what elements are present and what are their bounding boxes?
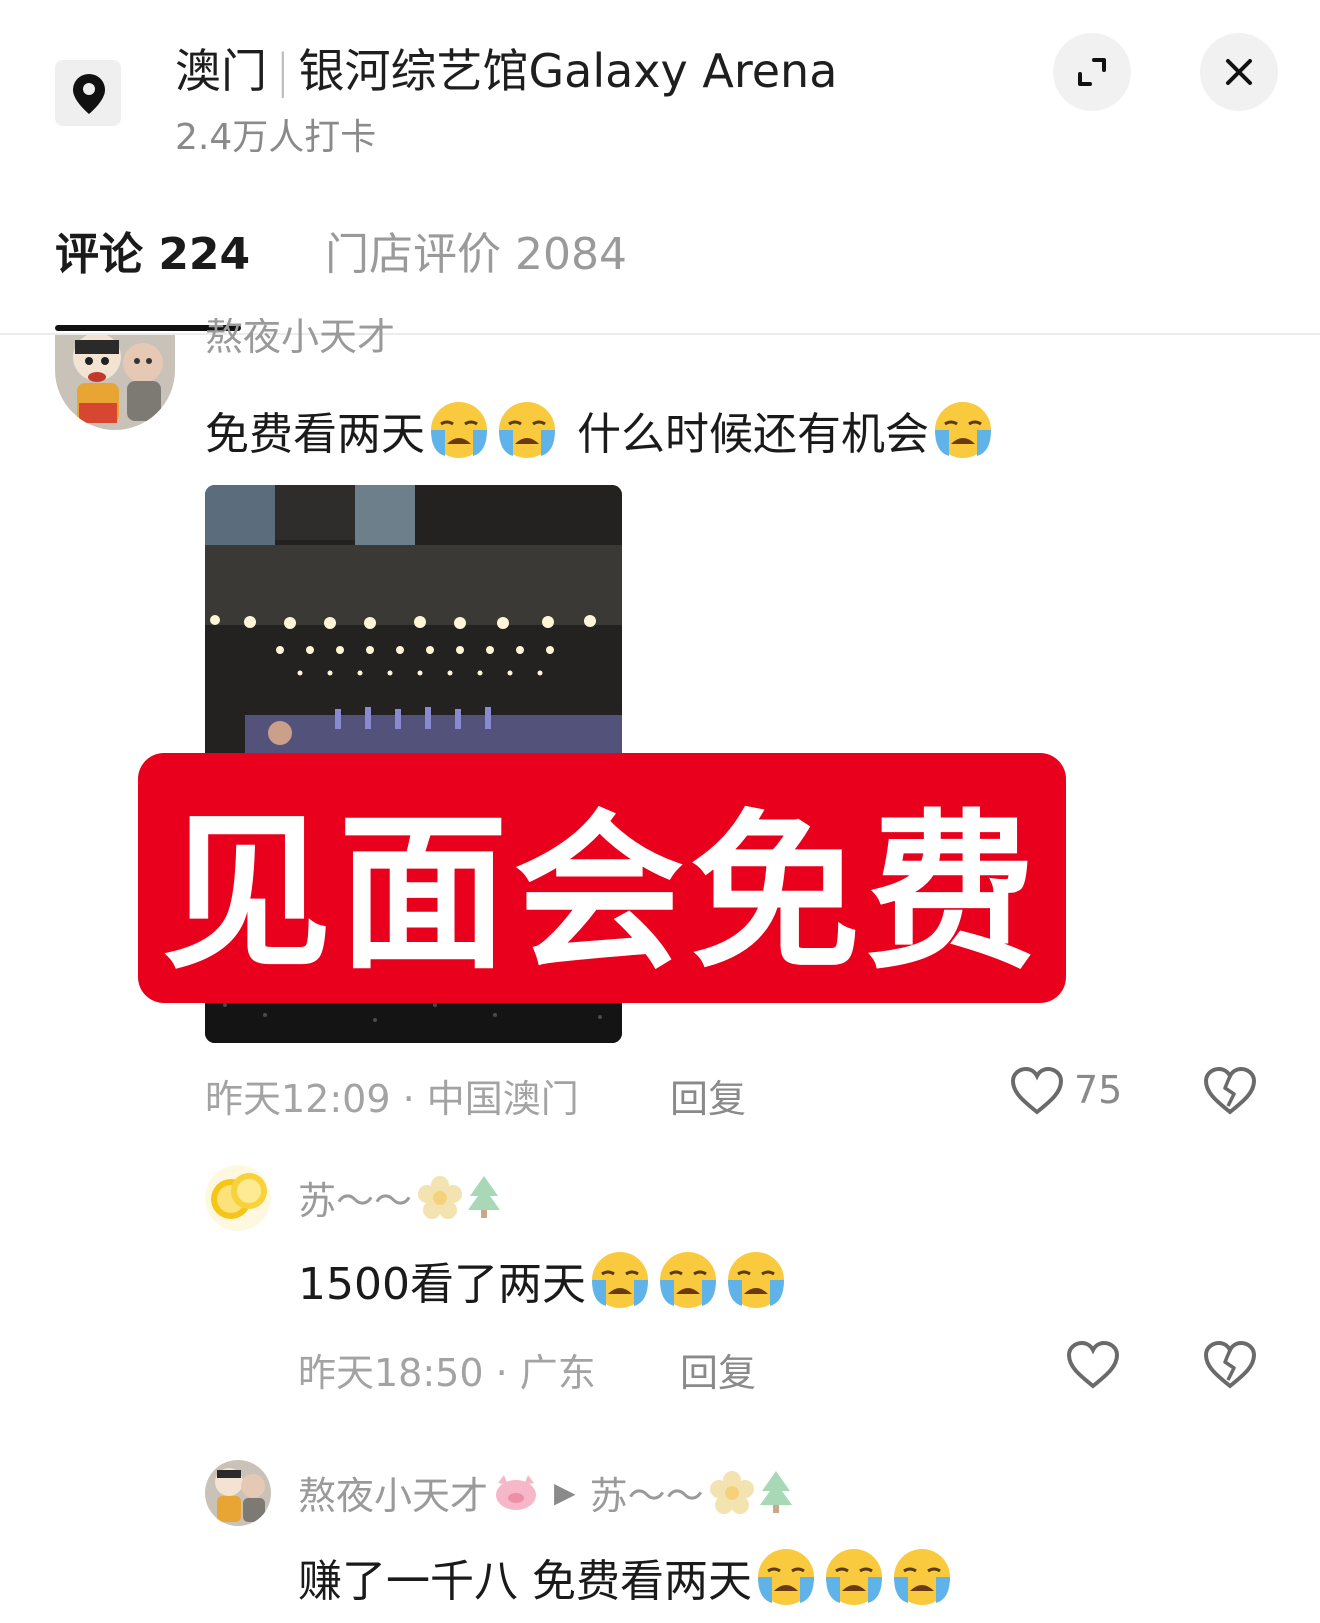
heart-icon [1066, 1340, 1120, 1389]
crying-emoji-icon [894, 1549, 950, 1605]
username-text: 熬夜小天才 [298, 1474, 489, 1518]
promo-banner: 见面会免费 [138, 753, 1066, 1003]
pin-icon [73, 74, 105, 114]
reply-username-line[interactable]: 熬夜小天才 ▶ 苏～～ [298, 1465, 796, 1520]
crying-emoji-icon [826, 1549, 882, 1605]
comment-text-part: 什么时候还有机会 [577, 409, 929, 460]
reply-button[interactable]: 回复 [670, 1068, 746, 1123]
crying-emoji-icon [431, 402, 487, 458]
comment-text: 免费看两天 什么时候还有机会 [205, 398, 997, 462]
reply-username[interactable]: 苏～～ [298, 1170, 504, 1225]
title-separator: | [275, 44, 291, 98]
dislike-button[interactable] [1203, 1066, 1257, 1120]
reply-text: 1500看了两天 [298, 1248, 790, 1312]
avatar[interactable] [55, 335, 175, 430]
checkin-count: 2.4万人打卡 [175, 117, 377, 158]
location-badge [55, 60, 121, 126]
expand-button[interactable] [1053, 33, 1131, 111]
avatar[interactable] [205, 1165, 271, 1231]
crying-emoji-icon [499, 402, 555, 458]
banner-text: 见面会免费 [161, 795, 1042, 993]
crying-emoji-icon [935, 402, 991, 458]
tabs-divider [0, 333, 1320, 335]
pig-icon [496, 1474, 537, 1510]
username-text: 苏～～ [298, 1179, 413, 1223]
crying-emoji-icon [758, 1549, 814, 1605]
tab-store-reviews[interactable]: 门店评价 2084 [325, 218, 627, 282]
reply-button[interactable]: 回复 [680, 1342, 756, 1397]
reply-text: 赚了一千八 免费看两天 [298, 1545, 956, 1609]
comment-username[interactable]: 熬夜小天才 [205, 318, 395, 362]
crying-emoji-icon [659, 1252, 716, 1308]
tree-icon [759, 1470, 792, 1513]
crying-emoji-icon [591, 1252, 648, 1308]
flower-icon [709, 1470, 754, 1514]
heart-icon [1010, 1066, 1064, 1115]
reply-meta: 昨天18:50 · 广东 [298, 1351, 596, 1395]
reply-arrow-icon: ▶ [554, 1476, 576, 1509]
broken-heart-icon [1203, 1066, 1257, 1115]
tab-comments[interactable]: 评论 224 [55, 218, 250, 282]
dislike-button[interactable] [1203, 1340, 1257, 1394]
tree-icon [468, 1175, 501, 1218]
comment-meta: 昨天12:09 · 中国澳门 [205, 1077, 579, 1121]
like-button[interactable] [1066, 1340, 1120, 1394]
place-title[interactable]: 澳门 | 银河综艺馆Galaxy Arena [175, 35, 837, 101]
like-button[interactable] [1010, 1066, 1064, 1120]
reply-text-part: 1500看了两天 [298, 1259, 586, 1310]
city-label: 澳门 [175, 44, 267, 98]
like-count: 75 [1074, 1068, 1123, 1112]
comment-text-part: 免费看两天 [205, 409, 425, 460]
flower-icon [418, 1175, 463, 1219]
reply-text-part: 赚了一千八 免费看两天 [298, 1556, 752, 1607]
avatar[interactable] [205, 1460, 271, 1526]
expand-icon [1078, 58, 1106, 86]
close-icon [1226, 59, 1252, 85]
close-button[interactable] [1200, 33, 1278, 111]
broken-heart-icon [1203, 1340, 1257, 1389]
crying-emoji-icon [727, 1252, 784, 1308]
venue-label: 银河综艺馆Galaxy Arena [298, 44, 838, 98]
reply-to-text: 苏～～ [589, 1474, 704, 1518]
